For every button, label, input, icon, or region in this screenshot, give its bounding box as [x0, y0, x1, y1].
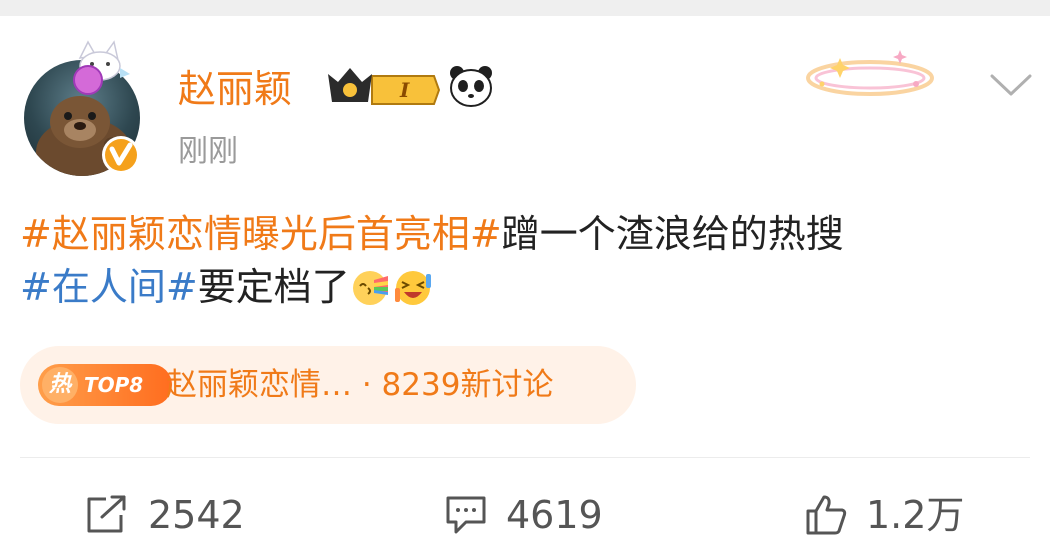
hot-rank-badge: 热 TOP8: [38, 364, 172, 406]
topic-link[interactable]: #在人间#: [20, 265, 198, 309]
hot-rank-text: TOP8: [84, 373, 144, 397]
chevron-down-icon[interactable]: [988, 70, 1034, 100]
repost-count: 2542: [148, 493, 245, 537]
post-content: #赵丽颖恋情曝光后首亮相#蹭一个渣浪给的热搜 #在人间#要定档了: [20, 208, 1030, 314]
comment-icon: [446, 496, 486, 534]
post-text: 蹭一个渣浪给的热搜: [501, 212, 844, 256]
hot-search-tag[interactable]: 热 TOP8 赵丽颖恋情… · 8239新讨论: [20, 346, 636, 424]
vip-level-text: I: [399, 78, 410, 102]
repost-icon: [87, 495, 126, 533]
kiss-rainbow-emoji-icon: [352, 271, 388, 305]
avatar-pendant-decoration: [60, 38, 132, 96]
like-icon: [806, 495, 847, 535]
divider: [20, 457, 1030, 458]
card-decoration-sparkle: [800, 40, 940, 106]
panda-badge-icon[interactable]: [448, 64, 494, 108]
comment-count: 4619: [506, 493, 603, 537]
topic-link[interactable]: #赵丽颖恋情曝光后首亮相#: [20, 212, 502, 256]
username[interactable]: 赵丽颖: [178, 64, 292, 114]
vip-crown-badge-icon[interactable]: I: [326, 64, 441, 108]
hot-badge-char: 热: [42, 367, 78, 403]
hot-search-text: 赵丽颖恋情… · 8239新讨论: [166, 367, 554, 403]
like-count: 1.2万: [866, 493, 965, 537]
verified-badge-icon: [100, 134, 142, 176]
post-text: 要定档了: [197, 265, 350, 309]
like-button[interactable]: 1.2万: [804, 490, 964, 540]
repost-button[interactable]: 2542: [84, 490, 245, 540]
laughing-emoji-icon: [394, 271, 431, 305]
avatar-container[interactable]: [22, 38, 150, 178]
status-bar: [0, 0, 1050, 16]
comment-button[interactable]: 4619: [444, 490, 603, 540]
post-time: 刚刚: [178, 134, 238, 169]
